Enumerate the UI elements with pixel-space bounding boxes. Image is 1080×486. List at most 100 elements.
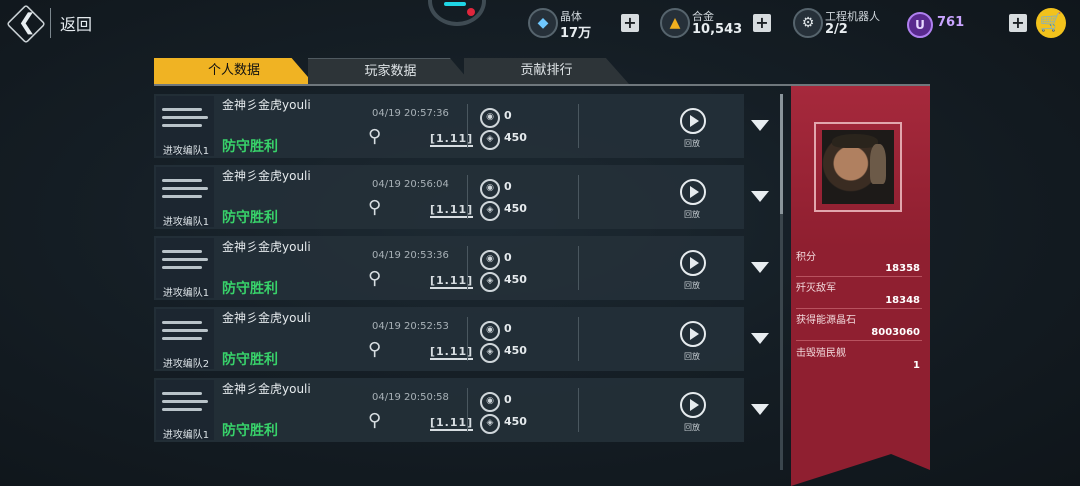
player-name: 金神彡金虎youli <box>222 98 311 112</box>
unit-label: 进攻编队1 <box>162 146 210 157</box>
stat-value: 450 <box>504 131 527 144</box>
shop-cart-icon[interactable]: 🛒 <box>1036 8 1066 38</box>
divider <box>467 388 468 432</box>
replay-button[interactable] <box>680 179 706 205</box>
stat-value: 450 <box>504 415 527 428</box>
record-row: 进攻编队1 金神彡金虎youli 防守胜利 04/19 20:53:36 ⚲ [… <box>154 236 744 300</box>
divider <box>796 308 922 309</box>
divider <box>578 175 579 219</box>
back-arrow-icon[interactable]: ❮ <box>12 6 42 38</box>
loss-icon: ◉ <box>480 179 500 199</box>
tab-bar: 个人数据 玩家数据 贡献排行 <box>154 58 930 86</box>
stat-label: 歼灭敌军 <box>796 283 836 294</box>
battle-time: 04/19 20:52:53 <box>372 321 449 332</box>
fleet-icon <box>162 246 208 276</box>
replay-button[interactable] <box>680 108 706 134</box>
battle-time: 04/19 20:50:58 <box>372 392 449 403</box>
add-alloy-button[interactable]: + <box>753 14 771 32</box>
add-premium-button[interactable]: + <box>1009 14 1027 32</box>
stat-value: 0 <box>504 322 512 335</box>
expand-chevron-icon[interactable] <box>751 262 769 273</box>
record-row: 进攻编队2 金神彡金虎youli 防守胜利 04/19 20:52:53 ⚲ [… <box>154 307 744 371</box>
reward-icon: ◈ <box>480 201 500 221</box>
battle-time: 04/19 20:57:36 <box>372 108 449 119</box>
divider <box>578 246 579 290</box>
stat-value: 0 <box>504 393 512 406</box>
stat-value: 1 <box>913 360 920 371</box>
resource-value: 10,543 <box>692 22 743 37</box>
replay-label: 回放 <box>684 352 700 361</box>
unit-label: 进攻编队1 <box>162 217 210 228</box>
replay-label: 回放 <box>684 139 700 148</box>
battle-time: 04/19 20:56:04 <box>372 179 449 190</box>
unit-thumbnail: 进攻编队2 <box>156 309 214 370</box>
resource-alloy: ▲ 合金 10,543 <box>660 8 750 40</box>
unit-thumbnail: 进攻编队1 <box>156 238 214 299</box>
player-name: 金神彡金虎youli <box>222 240 311 254</box>
record-row: 进攻编队1 金神彡金虎youli 防守胜利 04/19 20:57:36 ⚲ [… <box>154 94 744 158</box>
battle-result: 防守胜利 <box>222 352 278 368</box>
expand-chevron-icon[interactable] <box>751 120 769 131</box>
tab-personal-data[interactable]: 个人数据 <box>154 58 314 84</box>
alloy-icon: ▲ <box>660 8 690 38</box>
stat-label: 获得能源晶石 <box>796 315 856 326</box>
loss-icon: ◉ <box>480 250 500 270</box>
replay-label: 回放 <box>684 210 700 219</box>
replay-button[interactable] <box>680 392 706 418</box>
fleet-icon <box>162 104 208 134</box>
player-name: 金神彡金虎youli <box>222 311 311 325</box>
location-pin-icon[interactable]: ⚲ <box>368 410 381 431</box>
replay-button[interactable] <box>680 321 706 347</box>
unit-thumbnail: 进攻编队1 <box>156 167 214 228</box>
divider <box>796 276 922 277</box>
stat-label: 积分 <box>796 252 816 263</box>
divider <box>578 317 579 361</box>
resource-value: 17万 <box>560 26 592 41</box>
list-scrollbar[interactable] <box>780 94 783 470</box>
location-pin-icon[interactable]: ⚲ <box>368 339 381 360</box>
fleet-icon <box>162 175 208 205</box>
tab-contribution-ranking[interactable]: 贡献排行 <box>464 58 629 84</box>
battle-time: 04/19 20:53:36 <box>372 250 449 261</box>
replay-button[interactable] <box>680 250 706 276</box>
crystal-icon: ◆ <box>528 8 558 38</box>
stat-value: 0 <box>504 251 512 264</box>
back-label[interactable]: 返回 <box>60 11 92 35</box>
record-row: 进攻编队1 金神彡金虎youli 防守胜利 04/19 20:56:04 ⚲ [… <box>154 165 744 229</box>
fleet-icon <box>162 388 208 418</box>
location-pin-icon[interactable]: ⚲ <box>368 126 381 147</box>
radar-icon[interactable] <box>428 0 486 26</box>
loss-icon: ◉ <box>480 108 500 128</box>
divider <box>796 340 922 341</box>
divider <box>50 8 51 38</box>
stat-value: 0 <box>504 180 512 193</box>
battle-result: 防守胜利 <box>222 210 278 226</box>
reward-icon: ◈ <box>480 343 500 363</box>
unit-thumbnail: 进攻编队1 <box>156 96 214 157</box>
add-crystal-button[interactable]: + <box>621 14 639 32</box>
divider <box>467 104 468 148</box>
premium-currency-value: 761 <box>937 15 965 30</box>
expand-chevron-icon[interactable] <box>751 333 769 344</box>
stat-value: 18348 <box>885 295 920 306</box>
battle-result: 防守胜利 <box>222 281 278 297</box>
location-pin-icon[interactable]: ⚲ <box>368 197 381 218</box>
reward-icon: ◈ <box>480 130 500 150</box>
resource-value: 2/2 <box>825 22 848 37</box>
reward-icon: ◈ <box>480 272 500 292</box>
resource-robot: ⚙ 工程机器人 2/2 <box>793 8 893 40</box>
resource-crystal: ◆ 晶体 17万 <box>528 8 618 41</box>
notification-dot <box>467 8 475 16</box>
expand-chevron-icon[interactable] <box>751 191 769 202</box>
stat-value: 450 <box>504 344 527 357</box>
scrollbar-thumb[interactable] <box>780 94 783 214</box>
stat-value: 8003060 <box>871 327 920 338</box>
tab-player-data[interactable]: 玩家数据 <box>308 58 473 85</box>
top-bar: ❮ 返回 ◆ 晶体 17万 + ▲ 合金 10,543 + ⚙ 工程机器人 2/… <box>0 0 1080 46</box>
expand-chevron-icon[interactable] <box>751 404 769 415</box>
unit-label: 进攻编队2 <box>162 359 210 370</box>
divider <box>467 175 468 219</box>
location-pin-icon[interactable]: ⚲ <box>368 268 381 289</box>
reward-icon: ◈ <box>480 414 500 434</box>
loss-icon: ◉ <box>480 321 500 341</box>
